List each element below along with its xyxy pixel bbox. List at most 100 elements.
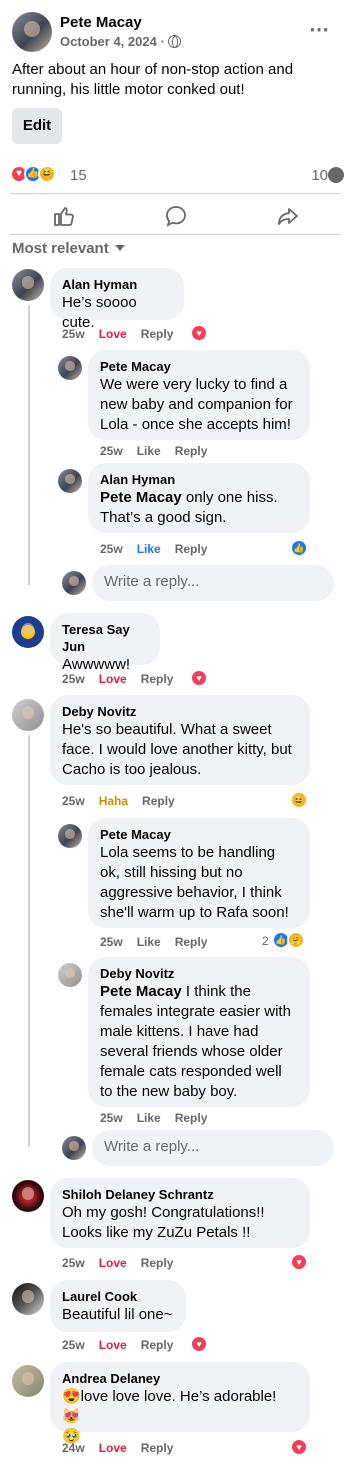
- comment-text: 😍love love love. He’s adorable! 😻: [62, 1388, 277, 1425]
- comment-meta: 25w Love Reply: [62, 327, 187, 341]
- haha-reaction-icon: 😆: [38, 165, 56, 183]
- reaction-button[interactable]: Love: [99, 1441, 127, 1455]
- author-avatar[interactable]: [12, 12, 52, 52]
- comment-sort-dropdown[interactable]: Most relevant: [12, 240, 125, 257]
- commenter-name[interactable]: Pete Macay: [100, 826, 298, 843]
- love-badge-icon[interactable]: ♥: [190, 1335, 208, 1353]
- commenter-avatar[interactable]: [12, 616, 44, 648]
- commenter-name[interactable]: Deby Novitz: [100, 965, 298, 982]
- globe-icon: [167, 35, 181, 48]
- comment-text-body: I think the females integrate easier wit…: [100, 983, 291, 1100]
- reaction-button[interactable]: Like: [137, 542, 161, 556]
- reply-button[interactable]: Reply: [141, 327, 174, 341]
- comment-time[interactable]: 25w: [62, 794, 85, 808]
- reaction-button[interactable]: Love: [99, 327, 127, 341]
- like-badge-icon[interactable]: 👍: [290, 539, 308, 557]
- reaction-button[interactable]: Love: [99, 1338, 127, 1352]
- reply-button[interactable]: Reply: [175, 542, 208, 556]
- my-avatar: [62, 1136, 86, 1160]
- reaction-button[interactable]: Love: [99, 672, 127, 686]
- comment-bubble: Shiloh Delaney Schrantz Oh my gosh! Cong…: [50, 1178, 310, 1248]
- comment-meta: 24w Love Reply: [62, 1441, 187, 1455]
- love-badge-icon[interactable]: ♥: [290, 1438, 308, 1456]
- thread-line: [28, 305, 30, 585]
- reply-bubble: Pete Macay We were very lucky to find a …: [88, 350, 310, 440]
- commenter-avatar[interactable]: [12, 1283, 44, 1315]
- reaction-button[interactable]: Love: [99, 1256, 127, 1270]
- comment-text: Pete Macay only one hiss. That’s a good …: [100, 488, 298, 528]
- commenter-avatar[interactable]: [12, 1365, 44, 1397]
- comment-time[interactable]: 25w: [62, 672, 85, 686]
- replier-avatar[interactable]: [58, 356, 82, 380]
- reaction-badge-count[interactable]: 2: [262, 934, 269, 948]
- like-button[interactable]: [52, 204, 76, 228]
- love-badge-icon[interactable]: ♥: [190, 669, 208, 687]
- comment-meta: 25w Like Reply: [100, 1111, 221, 1125]
- reaction-button[interactable]: Haha: [99, 794, 128, 808]
- comment-text: Beautiful lil one~: [62, 1306, 173, 1323]
- comment-time[interactable]: 25w: [62, 327, 85, 341]
- share-button[interactable]: [276, 204, 300, 228]
- love-badge-icon[interactable]: ♥: [290, 1253, 308, 1271]
- reply-button[interactable]: Reply: [141, 1338, 174, 1352]
- commenter-name[interactable]: Alan Hyman: [100, 471, 298, 488]
- post-date[interactable]: October 4, 2024 ·: [60, 34, 181, 49]
- sort-label[interactable]: Most relevant: [12, 240, 109, 257]
- divider: [10, 193, 340, 194]
- comment-button[interactable]: [164, 204, 188, 228]
- replier-avatar[interactable]: [58, 824, 82, 848]
- comment-text: Oh my gosh! Congratulations!! Looks like…: [62, 1204, 265, 1241]
- comment-bubble: Alan Hyman He’s soooo cute.: [50, 268, 184, 331]
- commenter-name[interactable]: Shiloh Delaney Schrantz: [62, 1186, 298, 1203]
- commenter-name[interactable]: Teresa Say Jun: [62, 621, 148, 655]
- more-options-icon[interactable]: ⋯: [309, 20, 330, 40]
- commenter-name[interactable]: Andrea Delaney: [62, 1370, 298, 1387]
- comment-time[interactable]: 25w: [100, 1111, 123, 1125]
- mention-link[interactable]: Pete Macay: [100, 489, 182, 506]
- commenter-name[interactable]: Alan Hyman: [62, 276, 172, 293]
- edit-button[interactable]: Edit: [12, 108, 62, 144]
- reply-input[interactable]: Write a reply...: [92, 565, 334, 601]
- comment-text: Pete Macay I think the females integrate…: [100, 982, 298, 1102]
- comment-meta: 25w Like Reply: [100, 935, 221, 949]
- love-badge-icon[interactable]: ♥: [190, 324, 208, 342]
- reply-button[interactable]: Reply: [175, 935, 208, 949]
- post-header: Pete Macay October 4, 2024 · ⋯: [12, 12, 332, 56]
- care-badge-icon[interactable]: 🤗: [287, 931, 305, 949]
- comment-time[interactable]: 25w: [100, 542, 123, 556]
- reply-button[interactable]: Reply: [141, 672, 174, 686]
- reply-button[interactable]: Reply: [142, 794, 175, 808]
- commenter-name[interactable]: Laurel Cook: [62, 1288, 174, 1305]
- reaction-count[interactable]: 15: [70, 167, 87, 184]
- post-text: After about an hour of non-stop action a…: [12, 61, 294, 98]
- replier-avatar[interactable]: [58, 963, 82, 987]
- comment-meta: 25w Love Reply: [62, 1338, 187, 1352]
- commenter-name[interactable]: Deby Novitz: [62, 703, 298, 720]
- commenter-name[interactable]: Pete Macay: [100, 358, 298, 375]
- comment-time[interactable]: 25w: [62, 1338, 85, 1352]
- haha-badge-icon[interactable]: 😆: [290, 791, 308, 809]
- commenter-avatar[interactable]: [12, 699, 44, 731]
- replier-avatar[interactable]: [58, 469, 82, 493]
- chevron-down-icon: [114, 245, 125, 251]
- reply-button[interactable]: Reply: [141, 1256, 174, 1270]
- reply-input[interactable]: Write a reply...: [92, 1130, 334, 1166]
- comment-time[interactable]: 25w: [100, 444, 123, 458]
- reaction-button[interactable]: Like: [137, 1111, 161, 1125]
- comment-time[interactable]: 24w: [62, 1441, 85, 1455]
- reaction-button[interactable]: Like: [137, 935, 161, 949]
- post-date-text[interactable]: October 4, 2024 ·: [60, 34, 165, 49]
- comment-time[interactable]: 25w: [62, 1256, 85, 1270]
- comment-text: Lola seems to be handling ok, still hiss…: [100, 844, 289, 921]
- commenter-avatar[interactable]: [12, 1180, 44, 1212]
- comment-time[interactable]: 25w: [100, 935, 123, 949]
- comment-count[interactable]: 10: [311, 167, 328, 184]
- commenter-avatar[interactable]: [12, 269, 44, 301]
- reply-button[interactable]: Reply: [141, 1441, 174, 1455]
- reply-button[interactable]: Reply: [175, 1111, 208, 1125]
- reply-button[interactable]: Reply: [175, 444, 208, 458]
- reply-bubble: Pete Macay Lola seems to be handling ok,…: [88, 818, 310, 928]
- post-author-name[interactable]: Pete Macay: [60, 14, 142, 31]
- reaction-button[interactable]: Like: [137, 444, 161, 458]
- mention-link[interactable]: Pete Macay: [100, 983, 182, 1000]
